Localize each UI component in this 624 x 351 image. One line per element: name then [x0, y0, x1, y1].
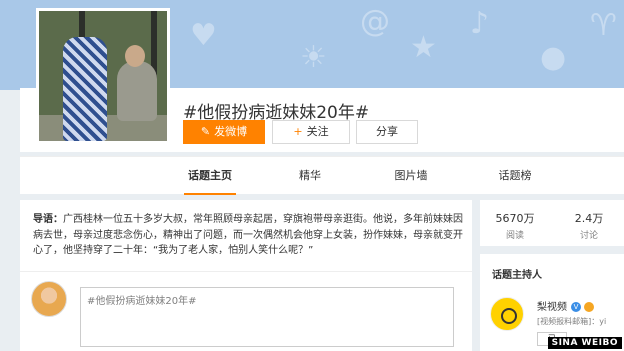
swirl-icon: @ — [360, 4, 390, 39]
post-weibo-button[interactable]: ✎ 发微博 — [183, 120, 265, 144]
discussion-count: 2.4万 — [574, 212, 604, 225]
discussion-count-label: 讨论 — [579, 231, 598, 241]
edit-icon: ✎ — [200, 125, 211, 138]
topic-intro: 导语：广西桂林一位五十多岁大叔，常年照顾母亲起居，穿旗袍带母亲逛街。他说，多年前… — [33, 212, 465, 259]
tab-topic-ranking[interactable]: 话题榜 — [490, 157, 540, 195]
plus-icon: + — [293, 125, 303, 138]
heart-icon: ♥ — [190, 18, 217, 53]
verified-icon: V — [571, 302, 581, 312]
read-count: 5670万 — [495, 212, 535, 225]
share-button[interactable]: 分享 — [356, 120, 418, 144]
divider — [20, 271, 472, 272]
post-weibo-label: 发微博 — [214, 125, 248, 138]
ball-icon: ● — [540, 40, 567, 75]
intro-label: 导语： — [33, 214, 63, 225]
star-icon: ★ — [410, 30, 437, 65]
follow-button[interactable]: + 关注 — [272, 120, 350, 144]
watermark: SINA WEIBO — [547, 337, 622, 349]
post-composer-input[interactable]: #他假扮病逝妹妹20年# — [80, 287, 454, 347]
host-section-title: 话题主持人 — [492, 270, 542, 281]
elderly-mother — [117, 61, 157, 121]
tab-topic-home[interactable]: 话题主页 — [180, 157, 240, 195]
tab-highlights[interactable]: 精华 — [290, 157, 330, 195]
emoji-icon — [584, 302, 594, 312]
user-avatar[interactable] — [31, 281, 67, 317]
sun-icon: ☀ — [300, 40, 327, 75]
share-label: 分享 — [376, 125, 398, 138]
host-name: 梨视频 — [537, 302, 567, 313]
intro-text: 广西桂林一位五十多岁大叔，常年照顾母亲起居，穿旗袍带母亲逛街。他说，多年前妹妹因… — [33, 214, 463, 256]
host-name-row[interactable]: 梨视频 V — [537, 298, 594, 313]
tab-image-wall[interactable]: 图片墙 — [386, 157, 436, 195]
ram-icon: ♈ — [590, 8, 617, 43]
read-count-label: 阅读 — [505, 231, 524, 241]
read-count-stat: 5670万 阅读 — [482, 210, 548, 241]
topic-tabs: 话题主页 精华 图片墙 话题榜 — [20, 156, 624, 195]
host-avatar[interactable] — [490, 297, 524, 331]
follow-label: 关注 — [306, 125, 329, 138]
topic-cover-image — [36, 8, 170, 144]
discussion-count-stat: 2.4万 讨论 — [556, 210, 622, 241]
host-description: [视频报料邮箱]：yi — [537, 317, 607, 326]
person-in-qipao — [63, 37, 107, 141]
elderly-mother-head — [125, 45, 145, 67]
music-icon: ♪ — [470, 6, 490, 41]
